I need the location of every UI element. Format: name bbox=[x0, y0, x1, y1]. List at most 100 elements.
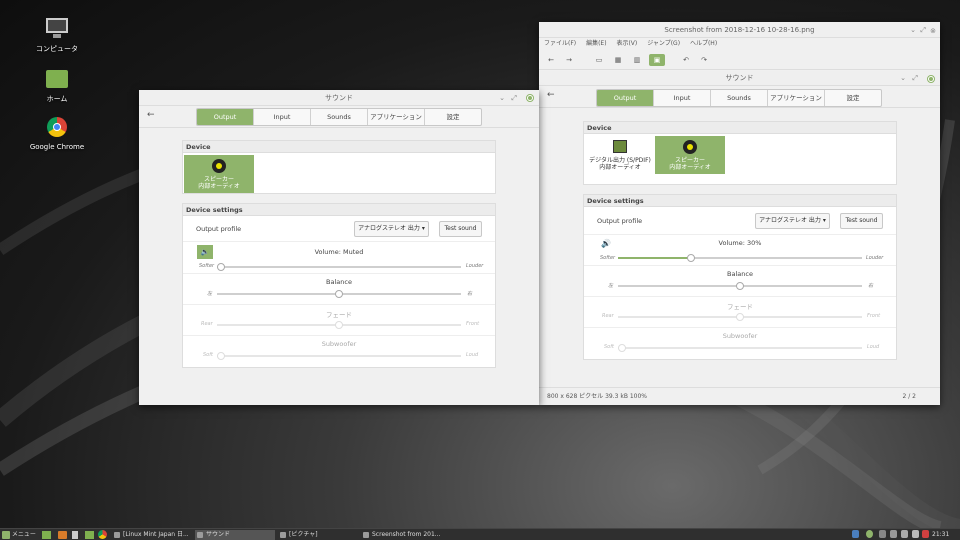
back-arrow-icon[interactable]: ← bbox=[147, 110, 155, 120]
menu-file[interactable]: ファイル(F) bbox=[544, 38, 576, 50]
balance-slider[interactable] bbox=[217, 290, 461, 298]
subwoofer-knob bbox=[618, 344, 626, 352]
home-folder-icon bbox=[44, 68, 70, 90]
show-desktop-icon[interactable] bbox=[42, 531, 51, 539]
device-name: デジタル出力 (S/PDIF) bbox=[589, 157, 651, 164]
fit-width-icon[interactable]: ▭ bbox=[593, 54, 605, 66]
device-name: スピーカー bbox=[203, 176, 234, 183]
desktop-icon-chrome[interactable]: Google Chrome bbox=[22, 117, 92, 151]
close-icon[interactable]: ⊗ bbox=[930, 23, 936, 39]
sound-header: ← Output Input Sounds アプリケーション 設定 bbox=[139, 106, 539, 128]
chrome-launcher-icon[interactable] bbox=[98, 530, 107, 539]
subwoofer-row: Subwoofer Soft Loud bbox=[584, 328, 896, 359]
window-label: サウンド bbox=[206, 531, 231, 538]
fade-rear-label: Rear bbox=[602, 313, 614, 319]
power-icon[interactable] bbox=[922, 530, 929, 538]
tab-applications: アプリケーション bbox=[768, 90, 825, 106]
volume-knob[interactable] bbox=[217, 263, 225, 271]
files-icon[interactable] bbox=[85, 531, 94, 539]
sound-settings-window: サウンド ⌄ ⤢ ← Output Input Sounds アプリケーション … bbox=[139, 90, 539, 405]
softer-label: Softer bbox=[600, 255, 616, 261]
menu-button[interactable]: メニュー bbox=[2, 530, 36, 540]
dropdown-value: アナログステレオ 出力 bbox=[358, 225, 420, 232]
louder-label: Louder bbox=[866, 255, 884, 261]
desktop-icon-computer[interactable]: コンピュータ bbox=[22, 18, 92, 54]
viewer-titlebar[interactable]: Screenshot from 2018-12-16 10-28-16.png … bbox=[539, 22, 940, 38]
tab-input[interactable]: Input bbox=[254, 109, 311, 125]
arrow-right-icon[interactable]: → bbox=[563, 54, 575, 66]
test-sound-button[interactable]: Test sound bbox=[439, 221, 482, 237]
menu-view[interactable]: 表示(V) bbox=[616, 38, 637, 50]
update-icon[interactable] bbox=[866, 530, 873, 538]
maximize-icon[interactable]: ⤢ bbox=[511, 90, 517, 106]
close-icon bbox=[927, 75, 935, 83]
balance-right-label: 右 bbox=[467, 291, 473, 297]
output-profile-row: Output profile アナログステレオ 出力 ▾ Test sound bbox=[183, 217, 495, 242]
speaker-icon bbox=[683, 140, 697, 154]
minimize-icon[interactable]: ⌄ bbox=[910, 22, 916, 38]
fade-slider bbox=[618, 313, 862, 321]
menu-help[interactable]: ヘルプ(H) bbox=[690, 38, 717, 50]
fade-label: フェード bbox=[326, 311, 352, 319]
viewer-toolbar: ← → ▭ ▦ ▥ ▣ ↶ ↷ bbox=[539, 50, 940, 70]
grid-icon[interactable]: ▦ bbox=[612, 54, 624, 66]
back-arrow-icon: ← bbox=[547, 90, 555, 100]
inner-device-panel: Device デジタル出力 (S/PDIF) 内部オーディオ スピーカー 内部オ… bbox=[583, 121, 897, 185]
menu-edit[interactable]: 編集(E) bbox=[586, 38, 606, 50]
tab-applications[interactable]: アプリケーション bbox=[368, 109, 425, 125]
volume-tray-icon[interactable] bbox=[901, 530, 908, 538]
desktop-icon-home[interactable]: ホーム bbox=[22, 68, 92, 104]
menu-go[interactable]: ジャンプ(G) bbox=[647, 38, 680, 50]
chrome-icon bbox=[44, 117, 70, 139]
tab-settings[interactable]: 設定 bbox=[425, 109, 481, 125]
output-profile-label: Output profile bbox=[597, 217, 643, 225]
subwoofer-loud-label: Loud bbox=[466, 352, 479, 358]
test-sound-button: Test sound bbox=[840, 213, 883, 229]
fit-icon[interactable]: ▣ bbox=[649, 54, 665, 66]
output-profile-dropdown[interactable]: アナログステレオ 出力 ▾ bbox=[354, 221, 429, 237]
taskbar-window-chrome[interactable]: [Linux Mint Japan 日... bbox=[112, 530, 192, 540]
minimize-icon[interactable]: ⌄ bbox=[499, 90, 505, 106]
device-speaker[interactable]: スピーカー 内部オーディオ bbox=[184, 155, 254, 193]
tab-output[interactable]: Output bbox=[197, 109, 254, 125]
tab-sounds[interactable]: Sounds bbox=[311, 109, 368, 125]
arrow-left-icon[interactable]: ← bbox=[545, 54, 557, 66]
bluetooth-icon[interactable] bbox=[879, 530, 886, 538]
tab-input: Input bbox=[654, 90, 711, 106]
image-viewer-window: Screenshot from 2018-12-16 10-28-16.png … bbox=[539, 22, 940, 405]
menu-label: メニュー bbox=[11, 531, 36, 538]
battery-icon[interactable] bbox=[912, 530, 919, 538]
window-label: [ピクチャ] bbox=[289, 531, 318, 538]
viewer-statusbar: 800 x 628 ピクセル 39.3 kB 100% 2 / 2 bbox=[539, 387, 940, 405]
status-page-count: 2 / 2 bbox=[902, 393, 916, 400]
maximize-icon[interactable]: ⤢ bbox=[920, 22, 926, 38]
fade-rear-label: Rear bbox=[201, 321, 213, 327]
shield-icon[interactable] bbox=[852, 530, 859, 538]
terminal-icon[interactable] bbox=[72, 531, 78, 539]
volume-slider[interactable] bbox=[217, 263, 461, 271]
software-manager-icon[interactable] bbox=[58, 531, 67, 539]
window-label: [Linux Mint Japan 日... bbox=[123, 531, 189, 538]
mint-logo-icon bbox=[2, 530, 10, 539]
inner-tab-stack: Output Input Sounds アプリケーション 設定 bbox=[596, 89, 882, 107]
device-header: Device bbox=[183, 141, 495, 153]
subwoofer-row: Subwoofer Soft Loud bbox=[183, 336, 495, 367]
desktop-icon-label: コンピュータ bbox=[36, 45, 78, 53]
close-icon[interactable] bbox=[526, 94, 534, 102]
balance-knob[interactable] bbox=[335, 290, 343, 298]
taskbar-window-sound[interactable]: サウンド bbox=[195, 530, 275, 540]
taskbar-window-pictures[interactable]: [ピクチャ] bbox=[278, 530, 358, 540]
clock[interactable]: 21:31 bbox=[932, 530, 949, 540]
fade-row: フェード Rear Front bbox=[584, 297, 896, 328]
rotate-left-icon[interactable]: ↶ bbox=[680, 54, 692, 66]
sound-titlebar[interactable]: サウンド ⌄ ⤢ bbox=[139, 90, 539, 106]
maximize-icon: ⤢ bbox=[912, 74, 918, 82]
desktop-icon-label: ホーム bbox=[46, 95, 68, 103]
device-panel: Device スピーカー 内部オーディオ bbox=[182, 140, 496, 194]
columns-icon[interactable]: ▥ bbox=[631, 54, 643, 66]
network-icon[interactable] bbox=[890, 530, 897, 538]
rotate-right-icon[interactable]: ↷ bbox=[698, 54, 710, 66]
viewer-menubar: ファイル(F) 編集(E) 表示(V) ジャンプ(G) ヘルプ(H) bbox=[539, 38, 940, 50]
taskbar-window-screenshot[interactable]: Screenshot from 201... bbox=[361, 530, 441, 540]
volume-knob bbox=[687, 254, 696, 262]
